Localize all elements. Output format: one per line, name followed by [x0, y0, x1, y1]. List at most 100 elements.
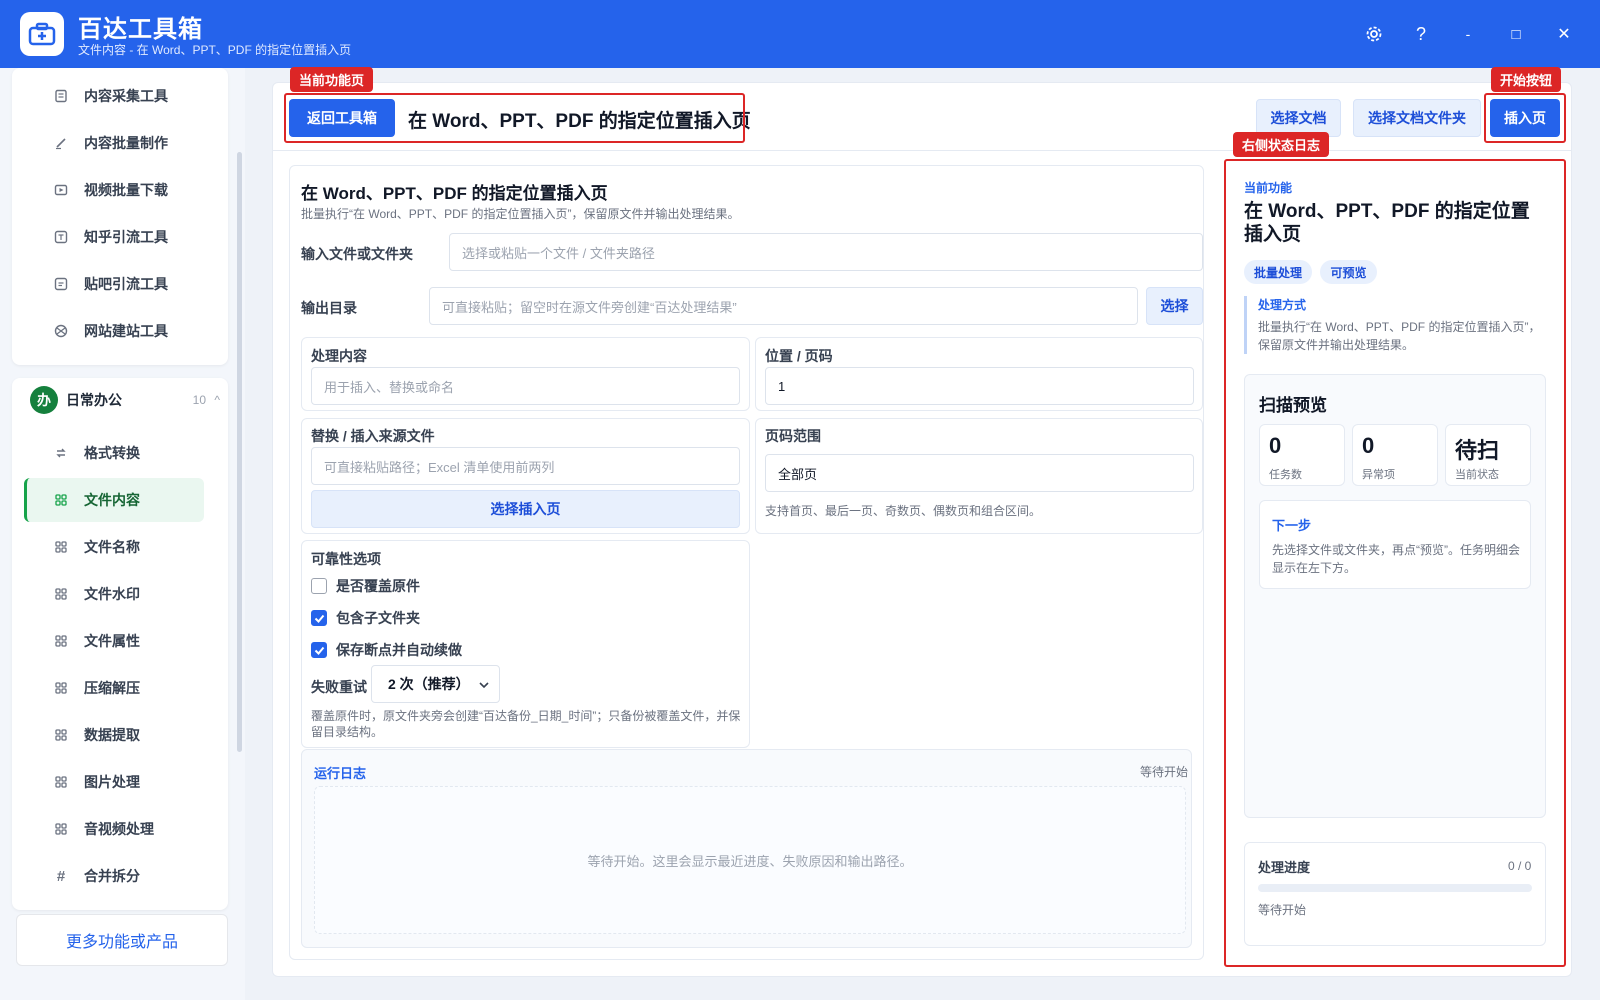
sidebar-item[interactable]: 文件名称: [24, 525, 204, 569]
output-select-button[interactable]: 选择: [1146, 287, 1203, 325]
source-input[interactable]: 可直接粘贴路径；Excel 清单使用前两列: [311, 447, 740, 485]
title-bar: 百达工具箱 文件内容 - 在 Word、PPT、PDF 的指定位置插入页 ? -…: [0, 0, 1600, 68]
sidebar-scrollbar[interactable]: [237, 152, 242, 752]
sidebar-item-label: 视频批量下载: [84, 182, 168, 198]
sidebar-item-label: 合并拆分: [84, 868, 140, 884]
stat-task-count: 0 任务数: [1259, 424, 1345, 486]
content-input[interactable]: 用于插入、替换或命名: [311, 367, 740, 405]
sidebar-item[interactable]: 音视频处理: [24, 807, 204, 851]
sidebar-item-label: 文件名称: [84, 539, 140, 555]
sidebar-item[interactable]: 视频批量下载: [24, 168, 204, 212]
sidebar-item[interactable]: 内容批量制作: [24, 121, 204, 165]
form-description: 批量执行“在 Word、PPT、PDF 的指定位置插入页”，保留原文件并输出处理…: [301, 207, 740, 221]
grid-icon: [52, 632, 70, 650]
select-folder-button[interactable]: 选择文档文件夹: [1353, 99, 1481, 137]
help-icon[interactable]: ?: [1405, 18, 1437, 50]
sidebar-item[interactable]: 格式转换: [24, 431, 204, 475]
next-step-label: 下一步: [1272, 518, 1312, 533]
range-input[interactable]: 全部页: [765, 454, 1194, 492]
stat-caption: 当前状态: [1455, 469, 1499, 481]
sidebar-item[interactable]: 内容采集工具: [24, 74, 204, 118]
annotation-tag-start-button: 开始按钮: [1491, 67, 1562, 92]
option-label: 保存断点并自动续做: [336, 642, 462, 658]
grid-icon: [52, 538, 70, 556]
option-checkbox-row[interactable]: 是否覆盖原件: [311, 576, 420, 596]
sidebar-item-label: 图片处理: [84, 774, 140, 790]
log-content: 等待开始。这里会显示最近进度、失败原因和输出路径。: [314, 786, 1186, 934]
sidebar-item[interactable]: 图片处理: [24, 760, 204, 804]
stat-current-status: 待扫 当前状态: [1445, 424, 1531, 486]
app-subtitle: 文件内容 - 在 Word、PPT、PDF 的指定位置插入页: [78, 43, 352, 57]
video-icon: [52, 181, 70, 199]
sidebar-item[interactable]: 知乎引流工具: [24, 215, 204, 259]
sidebar-item[interactable]: 数据提取: [24, 713, 204, 757]
range-label: 页码范围: [765, 428, 821, 444]
next-step-text: 先选择文件或文件夹，再点“预览”。任务明细会显示在左下方。: [1272, 543, 1520, 575]
method-label: 处理方式: [1258, 298, 1307, 312]
grid-icon: [52, 679, 70, 697]
tieba-icon: [52, 275, 70, 293]
pen-icon: [52, 134, 70, 152]
sidebar-item[interactable]: # 合并拆分: [24, 854, 204, 898]
option-checkbox-row[interactable]: 保存断点并自动续做: [311, 640, 462, 660]
sidebar-group-header[interactable]: 办 日常办公 10 ^: [12, 378, 228, 422]
select-insert-page-button[interactable]: 选择插入页: [311, 490, 740, 528]
grid-icon: [52, 585, 70, 603]
position-label: 位置 / 页码: [765, 348, 833, 364]
checkbox-checked-icon[interactable]: [311, 642, 327, 658]
sidebar-item[interactable]: 文件内容: [24, 478, 204, 522]
sidebar-item[interactable]: 网站建站工具: [24, 309, 204, 353]
output-dir-field[interactable]: 可直接粘贴；留空时在源文件旁创建“百达处理结果”: [429, 287, 1138, 325]
group-name: 日常办公: [66, 392, 122, 408]
sidebar-item[interactable]: 文件水印: [24, 572, 204, 616]
method-block: 处理方式 批量执行“在 Word、PPT、PDF 的指定位置插入页”，保留原文件…: [1244, 296, 1544, 354]
minimize-button[interactable]: -: [1452, 18, 1484, 50]
settings-icon[interactable]: [1358, 18, 1390, 50]
maximize-button[interactable]: □: [1500, 18, 1532, 50]
position-input[interactable]: 1: [765, 367, 1194, 405]
sidebar-item-label: 格式转换: [84, 445, 140, 461]
close-button[interactable]: ✕: [1548, 18, 1580, 50]
scan-preview-title: 扫描预览: [1259, 396, 1327, 415]
stat-value: 待扫: [1455, 438, 1500, 463]
current-function-label: 当前功能: [1244, 181, 1293, 195]
sidebar-item-label: 音视频处理: [84, 821, 154, 837]
progress-bar: [1258, 884, 1532, 892]
checkbox-checked-icon[interactable]: [311, 610, 327, 626]
sidebar-item[interactable]: 贴吧引流工具: [24, 262, 204, 306]
sidebar-item[interactable]: 文件属性: [24, 619, 204, 663]
sidebar-item-label: 知乎引流工具: [84, 229, 168, 245]
range-note: 支持首页、最后一页、奇数页、偶数页和组合区间。: [765, 504, 1042, 518]
retry-label: 失败重试: [311, 679, 367, 695]
grid-icon: [52, 773, 70, 791]
retry-select-value: 2 次（推荐）: [388, 676, 470, 692]
sidebar-item[interactable]: 压缩解压: [24, 666, 204, 710]
sidebar-item-label: 贴吧引流工具: [84, 276, 168, 292]
method-text: 批量执行“在 Word、PPT、PDF 的指定位置插入页”，保留原文件并输出处理…: [1258, 320, 1541, 352]
next-step-card: 下一步 先选择文件或文件夹，再点“预览”。任务明细会显示在左下方。: [1259, 500, 1531, 589]
group-badge: 办: [30, 386, 58, 414]
annotation-tag-right-log: 右侧状态日志: [1233, 132, 1330, 157]
form-title: 在 Word、PPT、PDF 的指定位置插入页: [301, 184, 608, 203]
input-path-label: 输入文件或文件夹: [301, 246, 413, 262]
output-dir-label: 输出目录: [301, 300, 357, 316]
sidebar-item-label: 内容采集工具: [84, 88, 168, 104]
overwrite-note: 覆盖原件时，原文件夹旁会创建“百达备份_日期_时间”；只备份被覆盖文件，并保留目…: [311, 709, 741, 739]
sidebar-item-label: 文件内容: [84, 492, 140, 508]
chevron-down-icon: [479, 682, 489, 689]
retry-select[interactable]: 2 次（推荐）: [371, 665, 500, 703]
hash-icon: #: [56, 867, 66, 885]
log-status: 等待开始: [1140, 765, 1189, 779]
stat-error-count: 0 异常项: [1352, 424, 1438, 486]
option-label: 是否覆盖原件: [336, 578, 420, 594]
annotation-box-current-page: [284, 93, 745, 143]
input-path-field[interactable]: 选择或粘贴一个文件 / 文件夹路径: [449, 233, 1203, 271]
globe-icon: [52, 322, 70, 340]
more-products-button[interactable]: 更多功能或产品: [16, 914, 228, 966]
chevron-up-icon[interactable]: ^: [214, 393, 220, 407]
checkbox-unchecked-icon[interactable]: [311, 578, 327, 594]
option-checkbox-row[interactable]: 包含子文件夹: [311, 608, 420, 628]
stat-caption: 任务数: [1269, 469, 1302, 481]
sidebar-item-label: 数据提取: [84, 727, 140, 743]
zhihu-icon: [52, 228, 70, 246]
